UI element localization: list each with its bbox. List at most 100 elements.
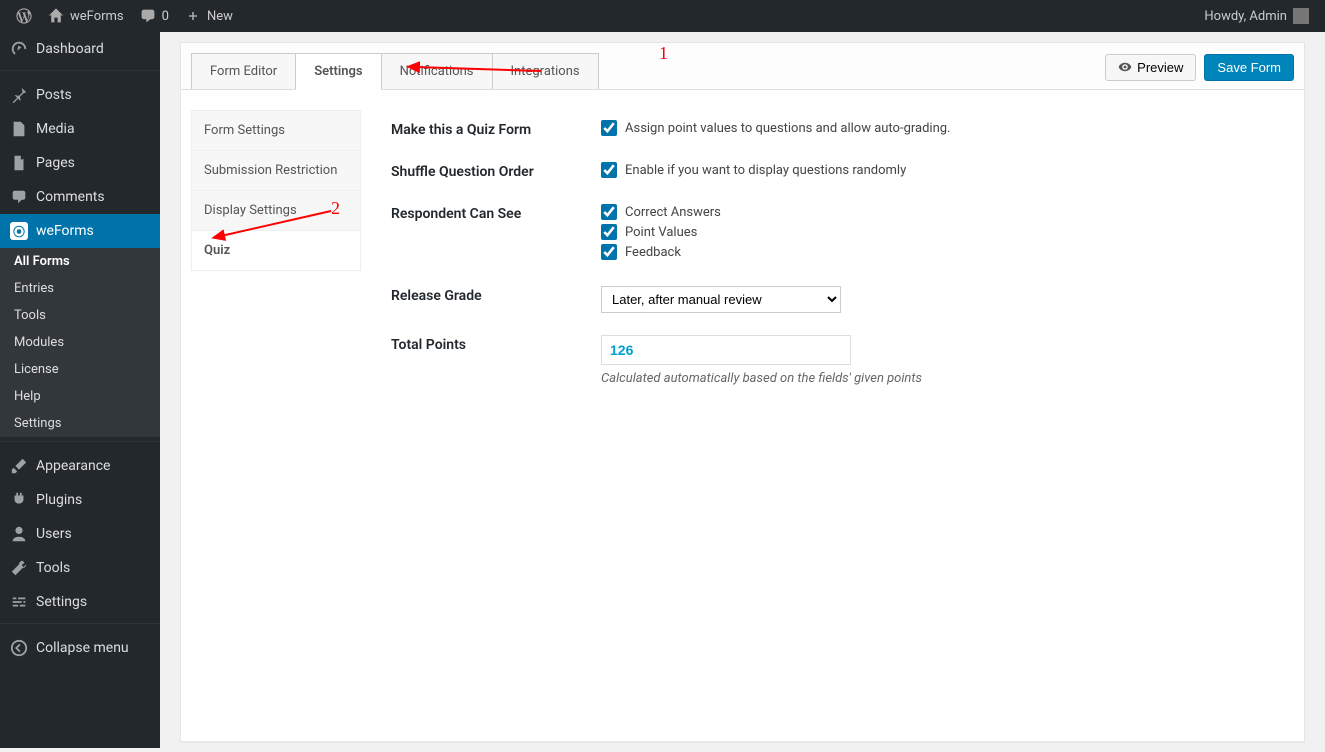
- subnav-form-settings[interactable]: Form Settings: [191, 110, 361, 151]
- tab-notifications[interactable]: Notifications: [381, 53, 493, 89]
- comment-icon: [140, 8, 156, 24]
- quiz-form-check-label: Assign point values to questions and all…: [625, 121, 951, 136]
- submenu-license[interactable]: License: [0, 356, 160, 383]
- menu-tools[interactable]: Tools: [0, 551, 160, 585]
- media-icon: [10, 120, 28, 138]
- respondent-points-checkbox[interactable]: [601, 224, 617, 240]
- weforms-icon: ⦿: [10, 222, 28, 240]
- menu-appearance[interactable]: Appearance: [0, 449, 160, 483]
- plus-icon: [185, 8, 201, 24]
- subnav-display-settings[interactable]: Display Settings: [191, 191, 361, 231]
- menu-media-label: Media: [36, 121, 75, 137]
- quiz-form-label: Make this a Quiz Form: [391, 120, 601, 140]
- subnav-quiz[interactable]: Quiz: [191, 231, 361, 271]
- new-content-link[interactable]: New: [177, 0, 241, 32]
- quiz-form-checkbox[interactable]: [601, 120, 617, 136]
- save-form-button[interactable]: Save Form: [1204, 54, 1294, 81]
- site-name-link[interactable]: weForms: [40, 0, 132, 32]
- menu-posts[interactable]: Posts: [0, 78, 160, 112]
- menu-plugins[interactable]: Plugins: [0, 483, 160, 517]
- tab-form-editor[interactable]: Form Editor: [191, 53, 296, 89]
- menu-appearance-label: Appearance: [36, 458, 110, 474]
- quiz-settings-form: Make this a Quiz Form Assign point value…: [361, 90, 1304, 428]
- menu-weforms[interactable]: ⦿ weForms: [0, 214, 160, 248]
- tab-integrations[interactable]: Integrations: [492, 53, 599, 89]
- menu-settings[interactable]: Settings: [0, 585, 160, 619]
- submenu-help[interactable]: Help: [0, 383, 160, 410]
- site-name: weForms: [70, 9, 124, 24]
- respondent-correct-label: Correct Answers: [625, 205, 721, 220]
- respondent-feedback-row[interactable]: Feedback: [601, 244, 1284, 260]
- menu-pages[interactable]: Pages: [0, 146, 160, 180]
- submenu-weforms: All Forms Entries Tools Modules License …: [0, 248, 160, 437]
- plugin-icon: [10, 491, 28, 509]
- shuffle-checkbox[interactable]: [601, 162, 617, 178]
- collapse-menu[interactable]: Collapse menu: [0, 631, 160, 665]
- wp-logo[interactable]: [8, 0, 40, 32]
- respondent-points-row[interactable]: Point Values: [601, 224, 1284, 240]
- comments-link[interactable]: 0: [132, 0, 177, 32]
- subnav-submission-restriction[interactable]: Submission Restriction: [191, 151, 361, 191]
- admin-menu: Dashboard Posts Media Pages Comments ⦿ w…: [0, 32, 160, 748]
- admin-bar: weForms 0 New Howdy, Admin: [0, 0, 1325, 32]
- total-points-hint: Calculated automatically based on the fi…: [601, 371, 1284, 386]
- menu-posts-label: Posts: [36, 87, 72, 103]
- respondent-points-label: Point Values: [625, 225, 697, 240]
- submenu-modules[interactable]: Modules: [0, 329, 160, 356]
- menu-dashboard[interactable]: Dashboard: [0, 32, 160, 66]
- menu-media[interactable]: Media: [0, 112, 160, 146]
- annotation-number-1: 1: [659, 43, 668, 64]
- menu-comments-label: Comments: [36, 189, 105, 205]
- pin-icon: [10, 86, 28, 104]
- menu-pages-label: Pages: [36, 155, 75, 171]
- menu-dashboard-label: Dashboard: [36, 41, 104, 57]
- preview-button[interactable]: Preview: [1105, 54, 1196, 81]
- settings-subnav: Form Settings Submission Restriction Dis…: [191, 110, 361, 271]
- tab-settings[interactable]: Settings: [295, 53, 381, 89]
- brush-icon: [10, 457, 28, 475]
- respondent-feedback-label: Feedback: [625, 245, 681, 260]
- menu-users[interactable]: Users: [0, 517, 160, 551]
- quiz-form-checkbox-row[interactable]: Assign point values to questions and all…: [601, 120, 1284, 136]
- menu-weforms-label: weForms: [36, 223, 94, 239]
- comments-icon: [10, 188, 28, 206]
- submenu-settings[interactable]: Settings: [0, 410, 160, 437]
- menu-plugins-label: Plugins: [36, 492, 82, 508]
- account-link[interactable]: Howdy, Admin: [1196, 0, 1317, 32]
- home-icon: [48, 8, 64, 24]
- users-icon: [10, 525, 28, 543]
- dashboard-icon: [10, 40, 28, 58]
- wordpress-icon: [16, 8, 32, 24]
- total-points-label: Total Points: [391, 335, 601, 386]
- preview-label: Preview: [1137, 60, 1183, 75]
- release-grade-label: Release Grade: [391, 286, 601, 313]
- form-editor-panel: Form Editor Settings Notifications Integ…: [180, 42, 1305, 742]
- shuffle-check-label: Enable if you want to display questions …: [625, 163, 906, 178]
- menu-tools-label: Tools: [36, 560, 70, 576]
- submenu-all-forms[interactable]: All Forms: [0, 248, 160, 275]
- tab-bar: Form Editor Settings Notifications Integ…: [181, 43, 1304, 90]
- shuffle-label: Shuffle Question Order: [391, 162, 601, 182]
- howdy-text: Howdy, Admin: [1204, 9, 1287, 24]
- respondent-feedback-checkbox[interactable]: [601, 244, 617, 260]
- avatar: [1293, 8, 1309, 24]
- submenu-entries[interactable]: Entries: [0, 275, 160, 302]
- menu-settings-label: Settings: [36, 594, 87, 610]
- wrench-icon: [10, 559, 28, 577]
- eye-icon: [1118, 60, 1132, 74]
- collapse-icon: [10, 639, 28, 657]
- respondent-correct-checkbox[interactable]: [601, 204, 617, 220]
- menu-comments[interactable]: Comments: [0, 180, 160, 214]
- respondent-correct-row[interactable]: Correct Answers: [601, 204, 1284, 220]
- release-grade-select[interactable]: Later, after manual review: [601, 286, 841, 313]
- total-points-input[interactable]: [601, 335, 851, 365]
- shuffle-checkbox-row[interactable]: Enable if you want to display questions …: [601, 162, 1284, 178]
- comments-count: 0: [162, 9, 169, 24]
- new-label: New: [207, 9, 233, 24]
- collapse-label: Collapse menu: [36, 640, 129, 656]
- submenu-tools[interactable]: Tools: [0, 302, 160, 329]
- respondent-label: Respondent Can See: [391, 204, 601, 264]
- pages-icon: [10, 154, 28, 172]
- sliders-icon: [10, 593, 28, 611]
- menu-users-label: Users: [36, 526, 72, 542]
